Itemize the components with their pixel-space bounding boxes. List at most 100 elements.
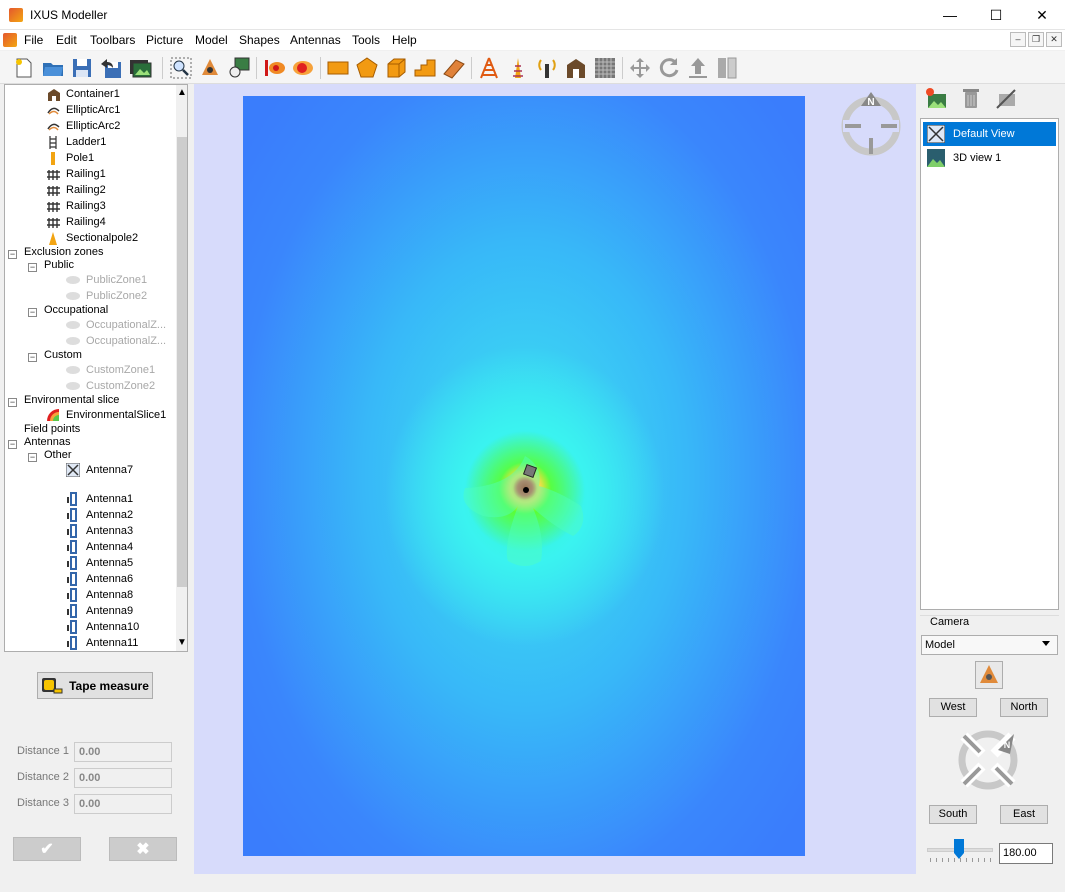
new-view-icon[interactable] (924, 86, 948, 110)
tree-item-zone[interactable]: CustomZone1 (86, 362, 155, 378)
tree-item-antenna[interactable]: Antenna2 (86, 507, 133, 523)
zoom-icon[interactable] (169, 56, 193, 80)
menu-picture[interactable]: Picture (146, 33, 183, 47)
compass-rose-icon[interactable]: N (835, 90, 907, 162)
tower-icon[interactable] (477, 56, 501, 80)
tree-item-slice[interactable]: EnvironmentalSlice1 (66, 407, 166, 423)
rename-view-icon[interactable] (994, 86, 1018, 110)
tree-item-antenna[interactable]: Antenna5 (86, 555, 133, 571)
minimize-button[interactable]: — (927, 0, 973, 30)
camera-mode-select[interactable]: Model (921, 635, 1058, 655)
camera-top-view-button[interactable] (975, 661, 1003, 689)
scroll-up-icon[interactable]: ▲ (177, 87, 187, 98)
close-button[interactable]: ✕ (1019, 0, 1065, 30)
collapse-other-icon[interactable]: − (28, 453, 37, 462)
save-as-icon[interactable] (99, 56, 123, 80)
roof-shape-icon[interactable] (442, 56, 466, 80)
exclusion-zone-icon[interactable] (262, 56, 286, 80)
tree-item-zone[interactable]: PublicZone1 (86, 272, 147, 288)
mdi-close-button[interactable]: ✕ (1046, 32, 1062, 47)
north-button[interactable]: North (1000, 698, 1048, 717)
collapse-custom-icon[interactable]: − (28, 353, 37, 362)
pole-mast-icon[interactable] (506, 56, 530, 80)
right-splitter[interactable] (915, 84, 919, 874)
field-zone-icon[interactable] (291, 56, 315, 80)
tree-item[interactable]: Ladder1 (66, 134, 106, 150)
view-item[interactable]: Default View (923, 122, 1056, 146)
rotate-icon[interactable] (657, 56, 681, 80)
mdi-restore-button[interactable]: ❐ (1028, 32, 1044, 47)
menu-tools[interactable]: Tools (352, 33, 380, 47)
chevron-down-icon[interactable] (1042, 641, 1050, 646)
tape-measure-button[interactable]: Tape measure (37, 672, 153, 699)
tree-node-custom[interactable]: Custom (44, 347, 82, 363)
new-file-icon[interactable] (12, 56, 36, 80)
collapse-public-icon[interactable]: − (28, 263, 37, 272)
cancel-button[interactable]: ✖ (109, 837, 177, 861)
tree-item[interactable]: Railing2 (66, 182, 106, 198)
tree-item[interactable]: EllipticArc2 (66, 118, 120, 134)
tree-item-antenna[interactable]: Antenna3 (86, 523, 133, 539)
collapse-exclusion-zones-icon[interactable]: − (8, 250, 17, 259)
confirm-button[interactable]: ✔ (13, 837, 81, 861)
tree-node-environmental-slice[interactable]: Environmental slice (24, 392, 119, 408)
collapse-occupational-icon[interactable]: − (28, 308, 37, 317)
tree-node-other[interactable]: Other (44, 447, 72, 463)
south-button[interactable]: South (929, 805, 977, 824)
tree-item-antenna[interactable]: Antenna11 (86, 635, 138, 651)
view-item[interactable]: 3D view 1 (923, 146, 1056, 170)
move-icon[interactable] (628, 56, 652, 80)
tree-item[interactable]: Railing1 (66, 166, 106, 182)
rectangle-shape-icon[interactable] (326, 56, 350, 80)
tree-item[interactable]: EllipticArc1 (66, 102, 120, 118)
tree-item[interactable]: Railing4 (66, 214, 106, 230)
menu-toolbars[interactable]: Toolbars (90, 33, 135, 47)
document-icon[interactable] (3, 33, 17, 47)
container-icon (48, 89, 60, 101)
menu-shapes[interactable]: Shapes (239, 33, 280, 47)
menu-edit[interactable]: Edit (56, 33, 77, 47)
tree-item-antenna[interactable]: Antenna8 (86, 587, 133, 603)
collapse-antennas-icon[interactable]: − (8, 440, 17, 449)
camera-view-icon[interactable] (198, 56, 222, 80)
tree-item[interactable]: Pole1 (66, 150, 94, 166)
tree-node-public[interactable]: Public (44, 257, 74, 273)
split-view-icon[interactable] (715, 56, 739, 80)
stairs-shape-icon[interactable] (413, 56, 437, 80)
menu-antennas[interactable]: Antennas (290, 33, 341, 47)
menu-help[interactable]: Help (392, 33, 417, 47)
tree-item-antenna[interactable]: Antenna10 (86, 619, 139, 635)
landscape-view-icon[interactable] (227, 56, 251, 80)
scroll-down-icon[interactable]: ▼ (177, 637, 187, 648)
tree-item[interactable]: Railing3 (66, 198, 106, 214)
polygon-shape-icon[interactable] (355, 56, 379, 80)
screenshot-icon[interactable] (128, 56, 152, 80)
mdi-minimize-button[interactable]: – (1010, 32, 1026, 47)
tree-item[interactable]: Container1 (66, 86, 120, 102)
antenna-icon[interactable] (535, 56, 559, 80)
save-icon[interactable] (70, 56, 94, 80)
camera-compass-icon[interactable]: N (952, 724, 1024, 796)
mesh-icon[interactable] (593, 56, 617, 80)
tree-item-antenna[interactable]: Antenna6 (86, 571, 133, 587)
tree-item-antenna[interactable]: Antenna1 (86, 491, 133, 507)
delete-view-icon[interactable] (959, 86, 983, 110)
tree-node-occupational[interactable]: Occupational (44, 302, 108, 318)
tree-scrollbar-thumb[interactable] (177, 137, 187, 587)
tree-item-antenna[interactable]: Antenna4 (86, 539, 133, 555)
tree-item-zone[interactable]: OccupationalZ... (86, 333, 166, 349)
open-folder-icon[interactable] (41, 56, 65, 80)
east-button[interactable]: East (1000, 805, 1048, 824)
tree-item-zone[interactable]: OccupationalZ... (86, 317, 166, 333)
menu-model[interactable]: Model (195, 33, 228, 47)
maximize-button[interactable]: ☐ (973, 0, 1019, 30)
tree-item-antenna[interactable]: Antenna9 (86, 603, 133, 619)
tree-item-antenna[interactable]: Antenna7 (86, 462, 133, 478)
west-button[interactable]: West (929, 698, 977, 717)
elevate-icon[interactable] (686, 56, 710, 80)
container-shape-icon[interactable] (564, 56, 588, 80)
box-shape-icon[interactable] (384, 56, 408, 80)
collapse-environmental-slice-icon[interactable]: − (8, 398, 17, 407)
angle-input[interactable]: 180.00 (999, 843, 1053, 864)
menu-file[interactable]: File (24, 33, 43, 47)
